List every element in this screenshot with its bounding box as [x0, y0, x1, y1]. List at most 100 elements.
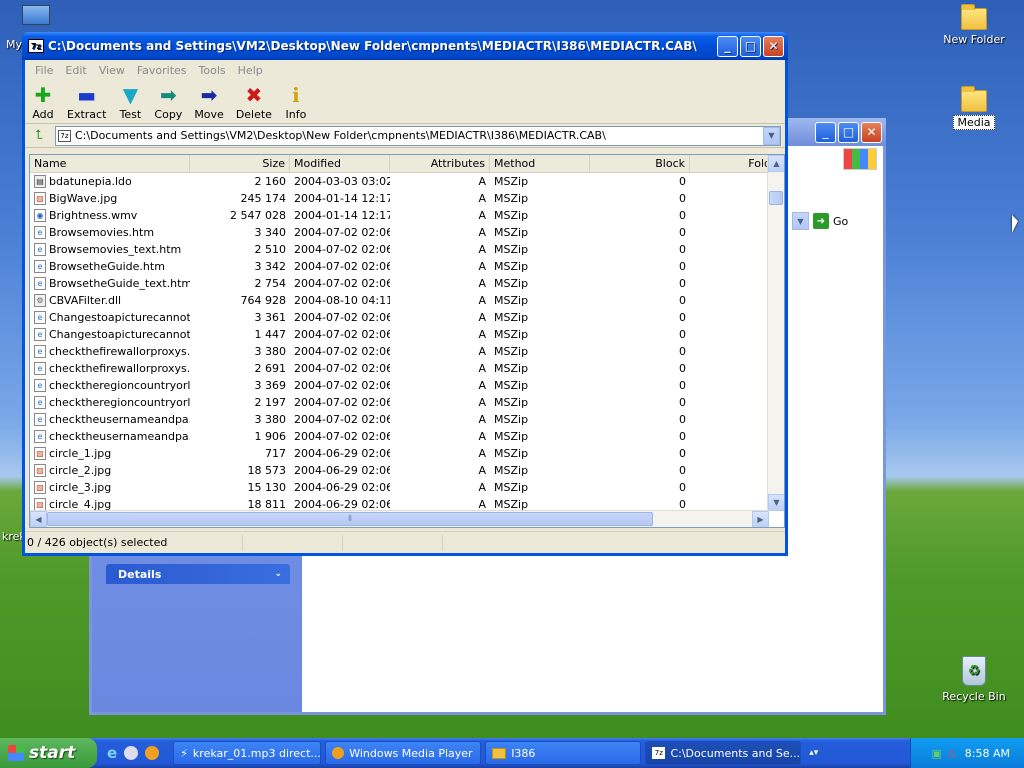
copy-button[interactable]: ➡ Copy: [154, 83, 182, 121]
column-header-folder[interactable]: Fold: [690, 155, 776, 172]
file-row[interactable]: ▤ bdatunepia.ldo 2 160 2004-03-03 03:02 A MSZ…: [30, 173, 784, 190]
file-list[interactable]: Name Size Modified Attributes Method Blo…: [29, 154, 785, 528]
file-row[interactable]: e checktheregioncountryorl... 2 197 2004-07…: [30, 394, 784, 411]
minimize-button[interactable]: _: [717, 35, 738, 57]
file-size: 2 510: [254, 243, 287, 256]
scroll-up-button[interactable]: ▲: [768, 155, 784, 172]
info-button[interactable]: i Info: [284, 83, 308, 121]
html-file-icon: e: [34, 345, 46, 358]
extract-button[interactable]: ▬ Extract: [67, 83, 106, 121]
delete-button[interactable]: ✖ Delete: [236, 83, 272, 121]
window-titlebar[interactable]: 7z C:\Documents and Settings\VM2\Desktop…: [22, 32, 788, 60]
taskbar-item-winamp[interactable]: ⚡ krekar_01.mp3 direct...: [173, 741, 322, 765]
file-method: MSZip: [494, 311, 529, 324]
address-dropdown-button[interactable]: ▼: [792, 212, 809, 230]
folder-icon: [961, 4, 987, 30]
file-name: bdatunepia.ldo: [49, 175, 132, 188]
file-row[interactable]: e checkthefirewallorproxys... 3 380 2004-07…: [30, 343, 784, 360]
network-icon[interactable]: ▣: [932, 747, 942, 760]
file-attributes: A: [478, 226, 486, 239]
minimize-button[interactable]: _: [815, 121, 836, 143]
file-row[interactable]: e checktheusernameandpa... 1 906 2004-07-02…: [30, 428, 784, 445]
menu-favorites[interactable]: Favorites: [137, 64, 187, 77]
file-modified: 2004-07-02 02:06: [294, 328, 390, 341]
internet-explorer-icon[interactable]: e: [107, 744, 117, 762]
column-header-method[interactable]: Method: [490, 155, 590, 172]
file-row[interactable]: ▨ circle_2.jpg 18 573 2004-06-29 02:06 A MSZi…: [30, 462, 784, 479]
media-icon[interactable]: [124, 746, 139, 760]
scroll-left-button[interactable]: ◀: [30, 511, 47, 527]
desktop-partial-label-my: My: [6, 38, 23, 51]
file-row[interactable]: ⚙ CBVAFilter.dll 764 928 2004-08-10 04:11 A M…: [30, 292, 784, 309]
address-dropdown-button[interactable]: ▼: [763, 126, 780, 145]
file-row[interactable]: e BrowsetheGuide.htm 3 342 2004-07-02 02:06…: [30, 258, 784, 275]
desktop-icon-media[interactable]: Media: [939, 86, 1009, 130]
file-method: MSZip: [494, 379, 529, 392]
chevron-down-icon[interactable]: ⌄: [274, 569, 282, 579]
horizontal-scrollbar[interactable]: ◀ ⦀ ▶: [30, 510, 769, 527]
horizontal-scroll-thumb[interactable]: ⦀: [47, 512, 653, 526]
scroll-down-button[interactable]: ▼: [768, 494, 784, 511]
file-row[interactable]: e BrowsetheGuide_text.htm 2 754 2004-07-02 …: [30, 275, 784, 292]
file-row[interactable]: ▨ circle_3.jpg 15 130 2004-06-29 02:06 A MSZi…: [30, 479, 784, 496]
my-computer-icon[interactable]: [22, 2, 54, 32]
column-header-name[interactable]: Name: [30, 155, 190, 172]
media-player-icon[interactable]: [145, 746, 160, 760]
menu-tools[interactable]: Tools: [199, 64, 226, 77]
menu-file[interactable]: File: [35, 64, 53, 77]
maximize-button[interactable]: □: [838, 121, 859, 143]
file-method: MSZip: [494, 481, 529, 494]
start-button[interactable]: start: [0, 738, 97, 768]
go-button[interactable]: ➜ Go: [813, 213, 848, 229]
address-input[interactable]: 7z C:\Documents and Settings\VM2\Desktop…: [55, 125, 781, 146]
list-header: Name Size Modified Attributes Method Blo…: [30, 155, 784, 173]
add-button[interactable]: ✚ Add: [31, 83, 55, 121]
delete-icon: ✖: [245, 83, 263, 107]
desktop-icon-new-folder[interactable]: New Folder: [939, 4, 1009, 46]
taskbar-scroll-icon[interactable]: ▴▾: [809, 748, 818, 758]
close-button[interactable]: ✕: [861, 121, 882, 143]
taskbar-item-media-player[interactable]: Windows Media Player: [325, 741, 482, 765]
menu-edit[interactable]: Edit: [65, 64, 86, 77]
move-icon: ➡: [200, 83, 218, 107]
archive-window[interactable]: 7z C:\Documents and Settings\VM2\Desktop…: [22, 32, 788, 556]
file-row[interactable]: e checkthefirewallorproxys... 2 691 2004-07…: [30, 360, 784, 377]
file-row[interactable]: ◉ Brightness.wmv 2 547 028 2004-01-14 12:17…: [30, 207, 784, 224]
desktop-icon-recycle-bin[interactable]: ♻ Recycle Bin: [939, 656, 1009, 703]
test-button[interactable]: ▼ Test: [118, 83, 142, 121]
details-section-header[interactable]: Details ⌄: [106, 564, 290, 584]
column-header-modified[interactable]: Modified: [290, 155, 390, 172]
file-row[interactable]: e Browsemovies_text.htm 2 510 2004-07-02 02…: [30, 241, 784, 258]
file-row[interactable]: e checktheusernameandpa... 3 380 2004-07-02…: [30, 411, 784, 428]
file-method: MSZip: [494, 175, 529, 188]
column-header-size[interactable]: Size: [190, 155, 290, 172]
file-row[interactable]: e checktheregioncountryorl... 3 369 2004-07…: [30, 377, 784, 394]
file-row[interactable]: e Browsemovies.htm 3 340 2004-07-02 02:06 A M…: [30, 224, 784, 241]
menu-help[interactable]: Help: [238, 64, 263, 77]
taskbar-item-i386[interactable]: I386: [485, 741, 642, 765]
html-file-icon: e: [34, 311, 46, 324]
file-row[interactable]: ▨ circle_1.jpg 717 2004-06-29 02:06 A MSZip 0: [30, 445, 784, 462]
vertical-scrollbar[interactable]: ▲ ▼: [767, 155, 784, 511]
menu-view[interactable]: View: [99, 64, 125, 77]
scroll-right-button[interactable]: ▶: [752, 511, 769, 527]
file-row[interactable]: e Changestoapicturecannot... 1 447 2004-07-…: [30, 326, 784, 343]
file-name-cell: e Changestoapicturecannot...: [30, 328, 190, 341]
file-block: 0: [679, 243, 686, 256]
vertical-scroll-thumb[interactable]: [769, 191, 783, 205]
file-row[interactable]: ▨ BigWave.jpg 245 174 2004-01-14 12:17 A MSZi…: [30, 190, 784, 207]
folder-icon: [961, 86, 987, 112]
file-row[interactable]: e Changestoapicturecannot... 3 361 2004-07-…: [30, 309, 784, 326]
maximize-button[interactable]: □: [740, 35, 761, 57]
security-icon[interactable]: ⚠: [947, 747, 957, 760]
file-modified: 2004-03-03 03:02: [294, 175, 390, 188]
folder-up-icon[interactable]: ⮤: [29, 127, 49, 145]
file-name-cell: e checktheregioncountryorl...: [30, 379, 190, 392]
column-header-block[interactable]: Block: [590, 155, 690, 172]
file-name-cell: ⚙ CBVAFilter.dll: [30, 294, 190, 307]
taskbar-item-archive[interactable]: 7z C:\Documents and Se...: [645, 741, 802, 765]
column-header-attributes[interactable]: Attributes: [390, 155, 490, 172]
move-button[interactable]: ➡ Move: [194, 83, 224, 121]
close-button[interactable]: ✕: [763, 35, 784, 57]
file-modified: 2004-07-02 02:06: [294, 362, 390, 375]
